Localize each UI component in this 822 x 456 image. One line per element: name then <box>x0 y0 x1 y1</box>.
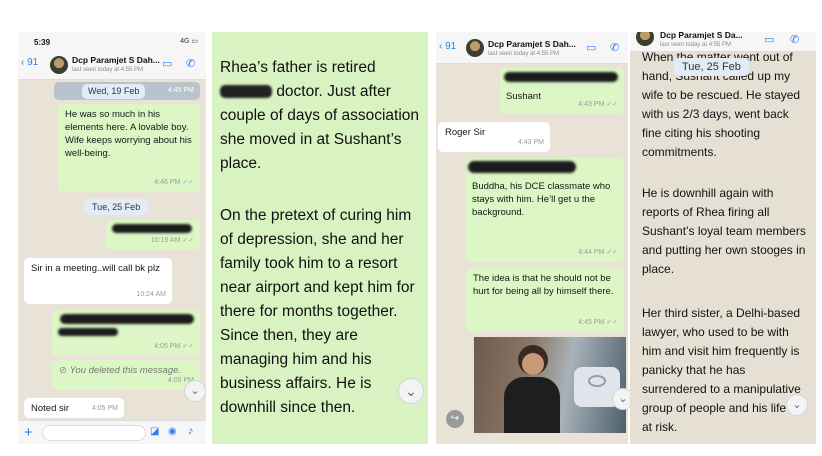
date-separator: Tue, 25 Feb <box>674 58 749 76</box>
redacted-text <box>504 72 618 82</box>
video-call-icon[interactable]: ▭ <box>162 57 172 70</box>
message-time: 10:19 AM ✓✓ <box>150 237 194 244</box>
person-face <box>522 353 544 375</box>
chevron-down-icon[interactable]: ⌄ <box>786 394 808 416</box>
sticker-icon[interactable]: ◪ <box>150 426 159 437</box>
chat-header: ‹ 91 Dcp Paramjet S Dah... last seen tod… <box>436 32 628 64</box>
message-time: 4:45 PM ✓✓ <box>578 319 618 326</box>
unread-count: 91 <box>27 57 39 68</box>
message-paragraph-1: Rhea’s father is retired doctor. Just af… <box>220 56 426 176</box>
contact-name[interactable]: Dcp Paramjet S Dah... <box>488 39 576 49</box>
message-text: Sushant <box>506 91 541 102</box>
signal-battery-icon: 4G ▭ <box>180 38 198 45</box>
last-seen: last seen today at 4:55 PM <box>488 51 560 57</box>
chat-panel-2: Rhea’s father is retired doctor. Just af… <box>212 32 428 444</box>
outgoing-message[interactable]: He was so much in his elements here. A l… <box>58 104 200 192</box>
car-logo-icon <box>588 375 606 387</box>
chat-header: ‹ 91 Dcp Paramjet S Dah... last seen tod… <box>18 50 206 80</box>
incoming-message[interactable]: Noted sir 4:05 PM <box>24 398 124 418</box>
avatar[interactable] <box>50 56 68 74</box>
unread-count: 91 <box>445 41 457 52</box>
message-text: Roger Sir <box>445 127 486 138</box>
message-input-bar: + ◪ ◉ ♪ <box>18 420 206 444</box>
redacted-text <box>60 314 194 324</box>
outgoing-message[interactable]: Buddha, his DCE classmate who stays with… <box>466 158 624 262</box>
date-separator: Tue, 25 Feb <box>84 199 149 215</box>
microphone-icon[interactable]: ♪ <box>188 425 194 437</box>
plus-icon[interactable]: + <box>24 424 33 441</box>
outgoing-message[interactable]: Sushant 4:43 PM ✓✓ <box>500 68 624 114</box>
message-time: 4:05 PM ✓✓ <box>154 343 194 350</box>
message-text: Sir in a meeting..will call bk plz <box>31 263 160 274</box>
outgoing-message[interactable]: The idea is that he should not be hurt f… <box>466 268 624 332</box>
redacted-text <box>220 85 272 99</box>
avatar[interactable] <box>466 39 484 57</box>
message-time: 4:43 PM <box>517 139 544 146</box>
contact-name[interactable]: Dcp Paramjet S Dah... <box>72 55 160 65</box>
message-text: Rhea’s father is retired <box>220 59 376 76</box>
last-seen: last seen today at 4:55 PM <box>72 67 144 73</box>
status-time: 5:39 <box>34 38 51 47</box>
message-time: 10:24 AM <box>136 291 166 298</box>
contact-name[interactable]: Dcp Paramjet S Da... <box>660 32 743 40</box>
deleted-message[interactable]: ⊘ You deleted this message. 4:05 PM <box>52 360 200 390</box>
double-check-icon: ✓✓ <box>182 179 194 186</box>
phone-icon[interactable]: ✆ <box>790 33 799 46</box>
forward-icon[interactable]: ↪ <box>446 410 464 428</box>
chevron-down-icon[interactable]: ⌄ <box>398 378 424 404</box>
message-time: 4:43 PM ✓✓ <box>578 101 618 108</box>
redacted-text <box>58 328 118 336</box>
person-body <box>504 377 560 433</box>
message-time: 4:05 PM <box>91 405 118 412</box>
chevron-down-icon[interactable]: ⌄ <box>184 380 206 402</box>
chat-panel-4: Dcp Paramjet S Da... last seen today at … <box>630 32 816 444</box>
message-text: He was so much in his elements here. A l… <box>65 109 192 159</box>
message-text: The idea is that he should not be hurt f… <box>473 273 614 297</box>
date-separator: Wed, 19 Feb <box>82 84 146 99</box>
image-message[interactable]: Wed, 19 Feb 4:45 PM <box>54 82 200 100</box>
incoming-message[interactable]: Roger Sir 4:43 PM <box>438 122 550 152</box>
chat-panel-1: 5:39 4G ▭ ‹ 91 Dcp Paramjet S Dah... las… <box>18 32 206 444</box>
message-text: Buddha, his DCE classmate who stays with… <box>472 181 611 218</box>
redacted-text <box>468 161 576 173</box>
camera-icon[interactable]: ◉ <box>168 426 177 437</box>
incoming-message[interactable]: Sir in a meeting..will call bk plz 10:24… <box>24 258 172 304</box>
back-button[interactable]: ‹ 91 <box>439 41 456 52</box>
ban-icon: ⊘ <box>59 365 67 376</box>
avatar[interactable] <box>636 32 654 46</box>
redacted-text <box>112 224 192 233</box>
back-button[interactable]: ‹ 91 <box>21 57 38 68</box>
message-paragraph-2: On the pretext of curing him of depressi… <box>220 207 415 416</box>
message-time: 4:45 PM <box>167 87 194 94</box>
message-text: You deleted this message. <box>69 365 182 376</box>
message-input[interactable] <box>42 425 146 441</box>
outgoing-message[interactable]: 10:19 AM ✓✓ <box>106 220 200 250</box>
message-paragraph-2: He is downhill again with reports of Rhe… <box>642 186 806 276</box>
message-time: 4:44 PM ✓✓ <box>578 249 618 256</box>
phone-icon[interactable]: ✆ <box>186 57 195 70</box>
message-time: 4:46 PM ✓✓ <box>154 179 194 186</box>
video-call-icon[interactable]: ▭ <box>764 33 774 46</box>
video-call-icon[interactable]: ▭ <box>586 41 596 54</box>
phone-icon[interactable]: ✆ <box>610 41 619 54</box>
status-bar: 5:39 4G ▭ <box>18 32 206 50</box>
network-label: 4G <box>180 38 190 45</box>
photo-message[interactable] <box>474 337 626 433</box>
message-text: Noted sir <box>31 403 70 414</box>
message-paragraph-3: Her third sister, a Delhi-based lawyer, … <box>642 306 801 434</box>
outgoing-message[interactable]: 4:05 PM ✓✓ <box>52 310 200 356</box>
